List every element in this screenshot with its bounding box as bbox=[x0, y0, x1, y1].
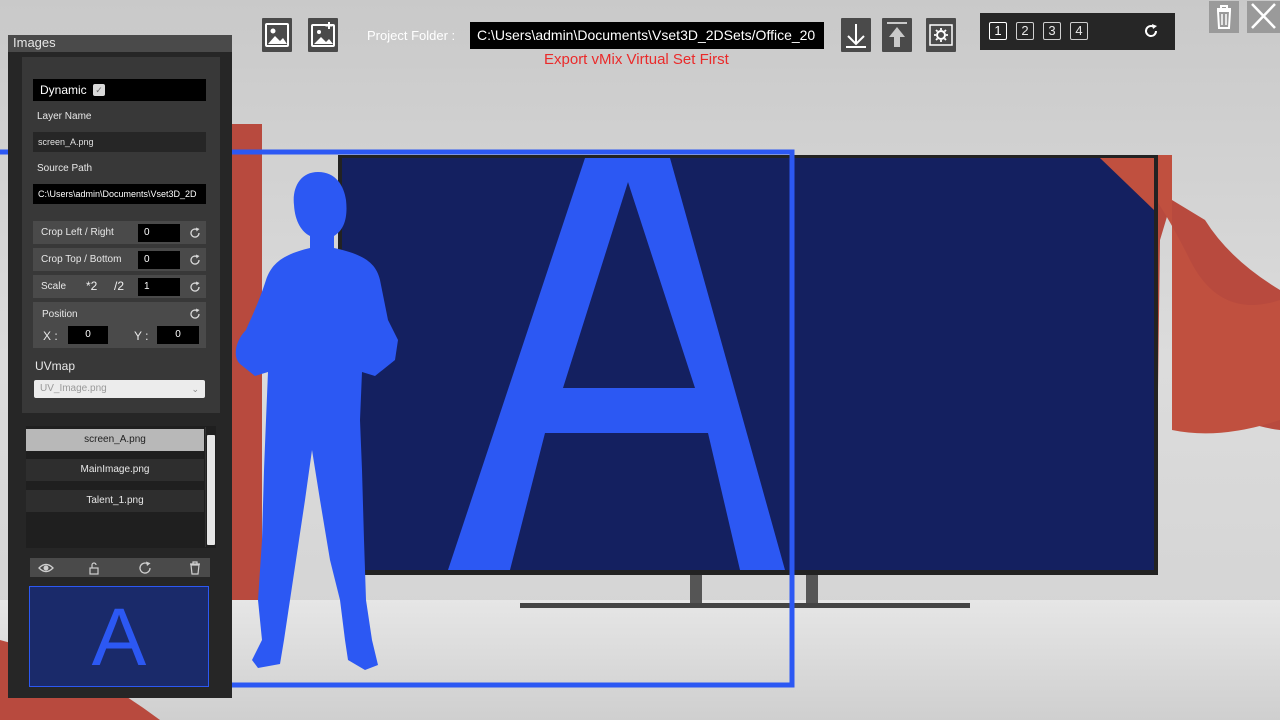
close-button[interactable] bbox=[1247, 1, 1280, 33]
dynamic-checkbox[interactable]: ✓ bbox=[93, 84, 105, 96]
source-path-label: Source Path bbox=[37, 163, 93, 174]
position-x-input[interactable]: 0 bbox=[68, 326, 108, 344]
position-label: Position bbox=[42, 309, 78, 320]
layer-tools bbox=[30, 558, 210, 577]
panel-title: Images bbox=[8, 35, 232, 52]
project-folder-label: Project Folder : bbox=[367, 28, 456, 43]
preview-letter: A bbox=[91, 592, 147, 683]
upload-arrow-icon bbox=[887, 22, 907, 47]
export-button[interactable] bbox=[882, 18, 912, 52]
crop-left-right-row: Crop Left / Right 0 bbox=[33, 221, 206, 244]
delete-button[interactable] bbox=[1209, 1, 1239, 33]
layer-properties: Dynamic ✓ Layer Name screen_A.png Source… bbox=[22, 57, 220, 413]
project-folder-input[interactable]: C:\Users\admin\Documents\Vset3D_2DSets/O… bbox=[470, 22, 824, 49]
layer-switcher: 1 2 3 4 bbox=[980, 13, 1175, 50]
layer-name-input[interactable]: screen_A.png bbox=[33, 132, 206, 152]
image-icon bbox=[265, 23, 289, 47]
layer-list-item[interactable]: MainImage.png bbox=[26, 459, 204, 481]
crop-top-bottom-row: Crop Top / Bottom 0 bbox=[33, 248, 206, 271]
settings-button[interactable] bbox=[926, 18, 956, 52]
layer-list: screen_A.png MainImage.png Talent_1.png bbox=[26, 426, 216, 548]
eye-icon[interactable] bbox=[38, 560, 54, 576]
close-icon bbox=[1251, 3, 1276, 29]
crop-tb-input[interactable]: 0 bbox=[138, 251, 180, 269]
refresh-icon[interactable] bbox=[189, 281, 201, 293]
refresh-icon[interactable] bbox=[189, 308, 201, 320]
position-block: Position X : 0 Y : 0 bbox=[33, 302, 206, 348]
layer-list-item[interactable]: screen_A.png bbox=[26, 429, 204, 451]
layer-4-button[interactable]: 4 bbox=[1070, 22, 1088, 40]
image-plus-icon bbox=[311, 22, 335, 47]
layer-list-item[interactable]: Talent_1.png bbox=[26, 490, 204, 512]
lock-icon[interactable] bbox=[86, 560, 102, 576]
crop-lr-input[interactable]: 0 bbox=[138, 224, 180, 242]
y-label: Y : bbox=[134, 329, 149, 343]
dynamic-label: Dynamic bbox=[40, 83, 87, 97]
chevron-down-icon: ⌄ bbox=[191, 384, 199, 394]
download-arrow-icon bbox=[846, 24, 866, 48]
crop-tb-label: Crop Top / Bottom bbox=[41, 254, 122, 265]
uvmap-label: UVmap bbox=[35, 359, 76, 373]
refresh-icon[interactable] bbox=[137, 560, 153, 576]
scale-row: Scale *2 /2 1 bbox=[33, 275, 206, 298]
scrollbar-thumb[interactable] bbox=[207, 435, 215, 545]
trash-icon bbox=[1216, 5, 1232, 29]
source-path-input[interactable]: C:\Users\admin\Documents\Vset3D_2D bbox=[33, 184, 206, 204]
layer-preview: A bbox=[29, 586, 209, 687]
trash-icon[interactable] bbox=[187, 560, 203, 576]
scale-label: Scale bbox=[41, 281, 67, 292]
scale-half-button[interactable]: /2 bbox=[114, 279, 124, 293]
images-panel: Images Dynamic ✓ Layer Name screen_A.png… bbox=[8, 35, 232, 698]
layer-list-scrollbar[interactable] bbox=[205, 427, 215, 547]
uvmap-selected-value: UV_Image.png bbox=[40, 383, 107, 394]
uvmap-select[interactable]: UV_Image.png ⌄ bbox=[34, 380, 205, 398]
scale-double-button[interactable]: *2 bbox=[86, 279, 97, 293]
export-warning: Export vMix Virtual Set First bbox=[544, 51, 729, 68]
crop-lr-label: Crop Left / Right bbox=[41, 227, 114, 238]
x-label: X : bbox=[43, 329, 58, 343]
layer-2-button[interactable]: 2 bbox=[1016, 22, 1034, 40]
refresh-icon[interactable] bbox=[189, 254, 201, 266]
layer-1-button[interactable]: 1 bbox=[989, 22, 1007, 40]
refresh-icon[interactable] bbox=[1143, 23, 1159, 39]
import-button[interactable] bbox=[841, 18, 871, 52]
layer-3-button[interactable]: 3 bbox=[1043, 22, 1061, 40]
add-image-alt-button[interactable] bbox=[308, 18, 338, 52]
position-y-input[interactable]: 0 bbox=[157, 326, 199, 344]
layer-name-label: Layer Name bbox=[37, 111, 92, 122]
dynamic-toggle[interactable]: Dynamic ✓ bbox=[33, 79, 206, 101]
add-image-button[interactable] bbox=[262, 18, 292, 52]
scale-input[interactable]: 1 bbox=[138, 278, 180, 296]
refresh-icon[interactable] bbox=[189, 227, 201, 239]
gear-icon bbox=[929, 24, 953, 46]
